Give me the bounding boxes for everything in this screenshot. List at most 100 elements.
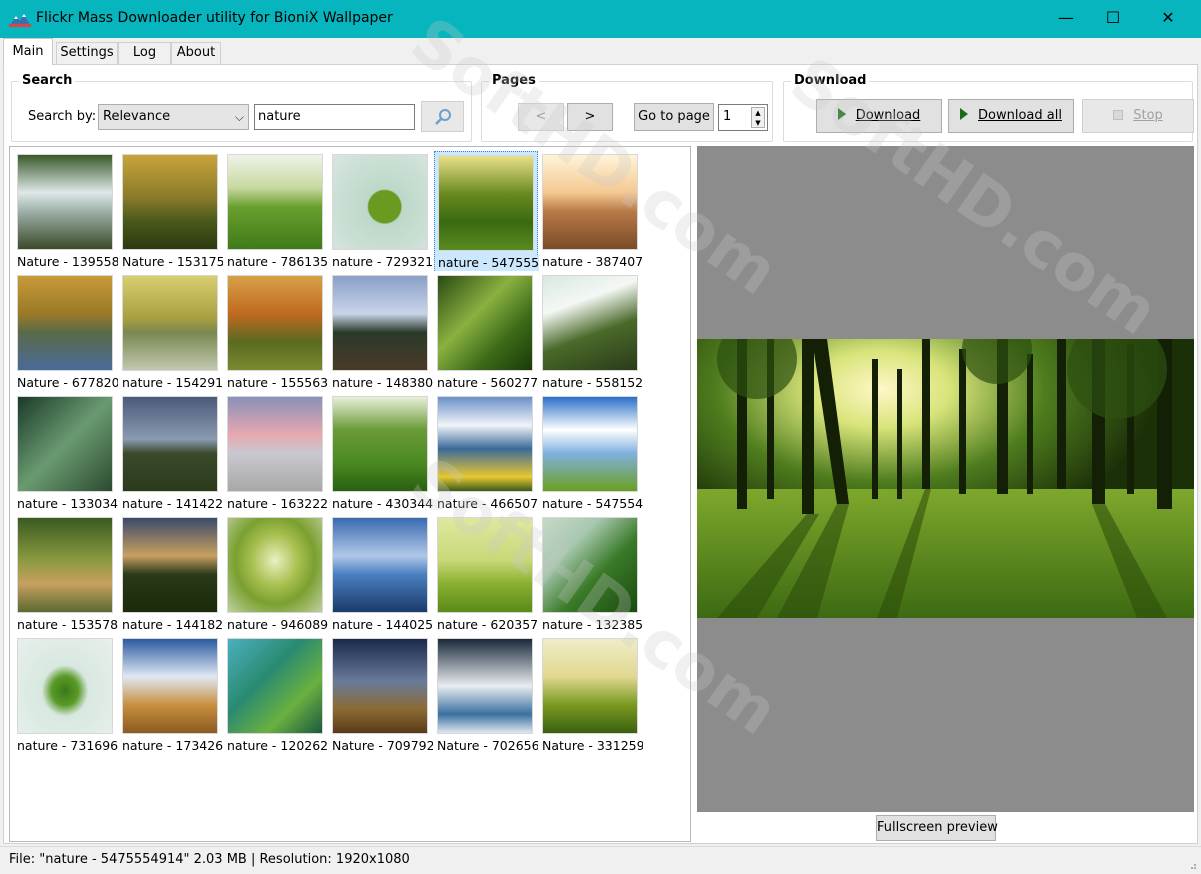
thumbnail-image bbox=[542, 638, 638, 734]
thumbnail-image bbox=[542, 154, 638, 250]
thumbnail-grid[interactable]: Nature - 139558 Nature - 153175 nature - 7… bbox=[9, 146, 691, 842]
thumbnail-caption: nature - 560277 bbox=[437, 375, 538, 390]
thumbnail-caption: nature - 133034 bbox=[17, 496, 118, 511]
thumbnail-caption: nature - 620357 bbox=[437, 617, 538, 632]
download-button[interactable]: Download bbox=[816, 99, 942, 133]
thumbnail-item[interactable]: nature - 173426 bbox=[119, 635, 223, 755]
play-icon bbox=[837, 108, 846, 120]
thumbnail-item[interactable]: nature - 155563 bbox=[224, 272, 328, 392]
thumbnail-image bbox=[332, 638, 428, 734]
thumbnail-item[interactable]: nature - 148380 bbox=[329, 272, 433, 392]
thumbnail-caption: nature - 141422 bbox=[122, 496, 223, 511]
thumbnail-item[interactable]: Nature - 709792 bbox=[329, 635, 433, 755]
thumbnail-caption: Nature - 153175 bbox=[122, 254, 223, 269]
go-to-page-button[interactable]: Go to page bbox=[634, 103, 714, 131]
magnifier-icon bbox=[434, 109, 451, 125]
thumbnail-caption: nature - 173426 bbox=[122, 738, 223, 753]
maximize-button[interactable]: ☐ bbox=[1090, 0, 1136, 38]
thumbnail-image bbox=[122, 154, 218, 250]
download-group-title: Download bbox=[791, 73, 870, 88]
stop-button-label: Stop bbox=[1133, 108, 1163, 123]
status-text: File: "nature - 5475554914" 2.03 MB | Re… bbox=[9, 852, 410, 867]
thumbnail-caption: nature - 466507 bbox=[437, 496, 538, 511]
thumbnail-image bbox=[438, 155, 534, 251]
download-all-button-label: Download all bbox=[978, 108, 1062, 123]
download-button-label: Download bbox=[855, 108, 921, 123]
thumbnail-caption: nature - 148380 bbox=[332, 375, 433, 390]
window-title: Flickr Mass Downloader utility for Bioni… bbox=[36, 10, 393, 26]
app-icon bbox=[9, 14, 31, 27]
tab-about[interactable]: About bbox=[171, 42, 221, 64]
thumbnail-caption: Nature - 709792 bbox=[332, 738, 433, 753]
thumbnail-item[interactable]: nature - 132385 bbox=[539, 514, 643, 634]
thumbnail-item[interactable]: nature - 547555 bbox=[434, 151, 539, 271]
thumbnail-item[interactable]: nature - 731696 bbox=[14, 635, 118, 755]
thumbnail-caption: Nature - 677820 bbox=[17, 375, 118, 390]
thumbnail-image bbox=[17, 396, 113, 492]
thumbnail-image bbox=[437, 638, 533, 734]
tab-log[interactable]: Log bbox=[118, 42, 171, 64]
fullscreen-preview-button[interactable]: Fullscreen preview bbox=[876, 815, 998, 841]
thumbnail-item[interactable]: nature - 946089 bbox=[224, 514, 328, 634]
close-button[interactable]: ✕ bbox=[1145, 0, 1191, 38]
thumbnail-image bbox=[227, 154, 323, 250]
resize-grip-icon[interactable] bbox=[1187, 860, 1197, 870]
thumbnail-caption: nature - 144182 bbox=[122, 617, 223, 632]
thumbnail-image bbox=[332, 396, 428, 492]
thumbnail-image bbox=[437, 396, 533, 492]
thumbnail-item[interactable]: nature - 141422 bbox=[119, 393, 223, 513]
thumbnail-item[interactable]: Nature - 153175 bbox=[119, 151, 223, 271]
play-icon bbox=[960, 108, 969, 120]
thumbnail-item[interactable]: nature - 558152 bbox=[539, 272, 643, 392]
page-number-spinner[interactable]: 1 ▲ ▼ bbox=[718, 104, 768, 131]
thumbnail-caption: nature - 430344 bbox=[332, 496, 433, 511]
tab-main[interactable]: Main bbox=[3, 38, 53, 65]
thumbnail-caption: nature - 547554 bbox=[542, 496, 643, 511]
thumbnail-caption: Nature - 702656 bbox=[437, 738, 538, 753]
thumbnail-caption: nature - 120262 bbox=[227, 738, 328, 753]
thumbnail-item[interactable]: Nature - 677820 bbox=[14, 272, 118, 392]
thumbnail-item[interactable]: nature - 133034 bbox=[14, 393, 118, 513]
thumbnail-caption: nature - 946089 bbox=[227, 617, 328, 632]
thumbnail-image bbox=[542, 517, 638, 613]
thumbnail-image bbox=[227, 638, 323, 734]
thumbnail-item[interactable]: nature - 560277 bbox=[434, 272, 538, 392]
search-by-label: Search by: bbox=[28, 109, 97, 124]
thumbnail-item[interactable]: nature - 163222 bbox=[224, 393, 328, 513]
minimize-button[interactable]: — bbox=[1043, 0, 1089, 38]
search-by-select[interactable]: Relevance ⌵ bbox=[98, 104, 249, 130]
next-page-button[interactable]: > bbox=[567, 103, 613, 131]
thumbnail-item[interactable]: nature - 729321 bbox=[329, 151, 433, 271]
download-all-button[interactable]: Download all bbox=[948, 99, 1074, 133]
thumbnail-item[interactable]: nature - 466507 bbox=[434, 393, 538, 513]
thumbnail-item[interactable]: nature - 547554 bbox=[539, 393, 643, 513]
spinner-down-icon[interactable]: ▼ bbox=[752, 118, 764, 128]
thumbnail-item[interactable]: nature - 620357 bbox=[434, 514, 538, 634]
thumbnail-item[interactable]: nature - 120262 bbox=[224, 635, 328, 755]
thumbnail-item[interactable]: Nature - 702656 bbox=[434, 635, 538, 755]
thumbnail-item[interactable]: nature - 786135 bbox=[224, 151, 328, 271]
thumbnail-image bbox=[542, 275, 638, 371]
thumbnail-item[interactable]: nature - 430344 bbox=[329, 393, 433, 513]
page-number-value: 1 bbox=[723, 109, 732, 124]
thumbnail-item[interactable]: nature - 154291 bbox=[119, 272, 223, 392]
chevron-down-icon: ⌵ bbox=[234, 110, 244, 124]
search-group-title: Search bbox=[19, 73, 76, 88]
thumbnail-item[interactable]: nature - 144182 bbox=[119, 514, 223, 634]
thumbnail-item[interactable]: nature - 153578 bbox=[14, 514, 118, 634]
thumbnail-image bbox=[332, 517, 428, 613]
thumbnail-image bbox=[332, 154, 428, 250]
thumbnail-image bbox=[332, 275, 428, 371]
thumbnail-caption: nature - 153578 bbox=[17, 617, 118, 632]
thumbnail-item[interactable]: nature - 144025 bbox=[329, 514, 433, 634]
stop-button[interactable]: Stop bbox=[1082, 99, 1194, 133]
thumbnail-item[interactable]: Nature - 139558 bbox=[14, 151, 118, 271]
thumbnail-item[interactable]: Nature - 331259 bbox=[539, 635, 643, 755]
thumbnail-item[interactable]: nature - 387407 bbox=[539, 151, 643, 271]
prev-page-button[interactable]: < bbox=[518, 103, 564, 131]
spinner-buttons[interactable]: ▲ ▼ bbox=[751, 107, 765, 128]
spinner-up-icon[interactable]: ▲ bbox=[752, 108, 764, 118]
tab-settings[interactable]: Settings bbox=[56, 42, 118, 64]
search-button[interactable] bbox=[421, 101, 464, 132]
search-input[interactable]: nature bbox=[254, 104, 415, 130]
